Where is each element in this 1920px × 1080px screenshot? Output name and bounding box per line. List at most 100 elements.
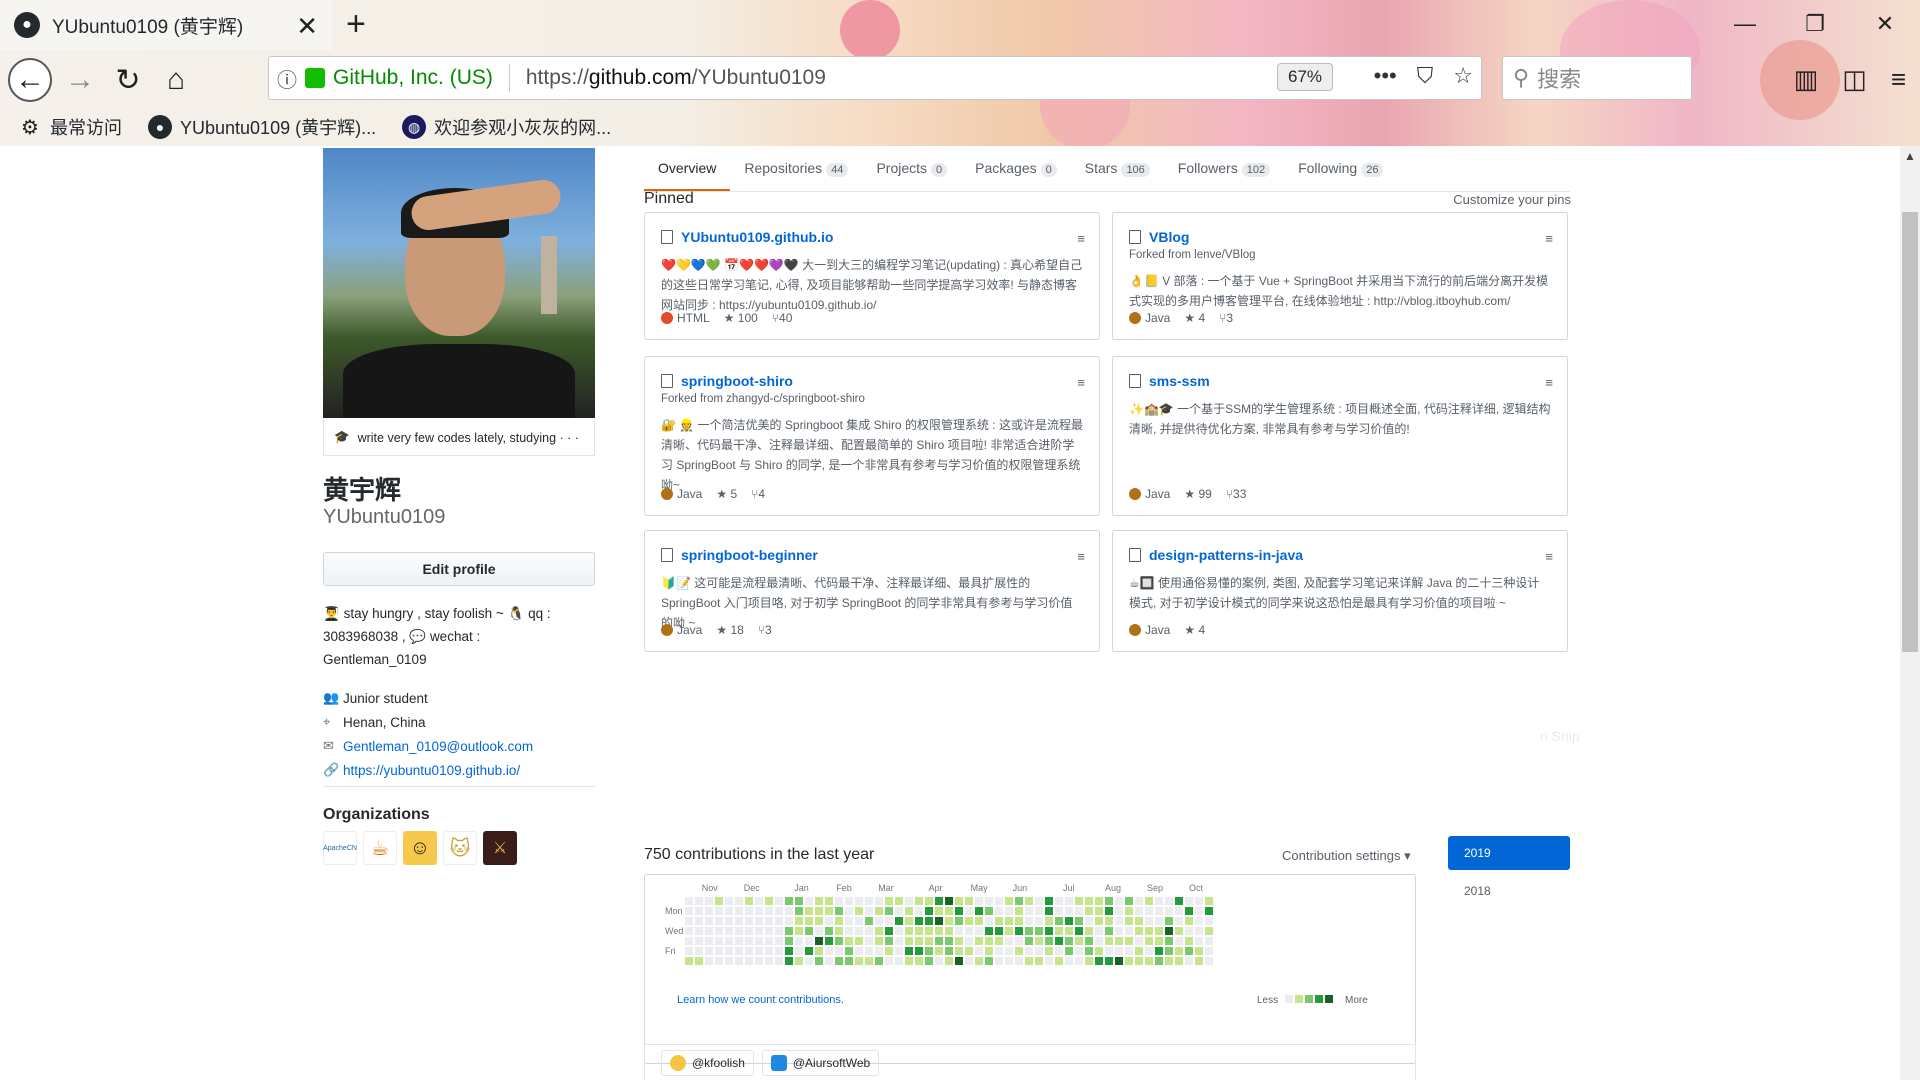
contribution-day[interactable]	[1165, 917, 1173, 925]
bookmark-most-visited[interactable]: ⚙ 最常访问	[18, 114, 122, 140]
contribution-day[interactable]	[955, 947, 963, 955]
contribution-day[interactable]	[735, 917, 743, 925]
contribution-day[interactable]	[995, 927, 1003, 935]
contribution-day[interactable]	[735, 927, 743, 935]
contribution-day[interactable]	[975, 947, 983, 955]
contribution-day[interactable]	[785, 957, 793, 965]
contribution-day[interactable]	[895, 957, 903, 965]
contribution-day[interactable]	[915, 927, 923, 935]
contribution-day[interactable]	[825, 937, 833, 945]
repo-name-link[interactable]: design-patterns-in-java	[1149, 547, 1303, 563]
contribution-day[interactable]	[1025, 927, 1033, 935]
contribution-day[interactable]	[935, 947, 943, 955]
contribution-day[interactable]	[885, 927, 893, 935]
contribution-day[interactable]	[1065, 927, 1073, 935]
repo-name-link[interactable]: YUbuntu0109.github.io	[681, 229, 833, 245]
contribution-day[interactable]	[795, 927, 803, 935]
contribution-day[interactable]	[715, 947, 723, 955]
repo-name-link[interactable]: springboot-shiro	[681, 373, 793, 389]
contribution-day[interactable]	[915, 897, 923, 905]
contribution-day[interactable]	[865, 897, 873, 905]
contribution-day[interactable]	[735, 957, 743, 965]
org-avatar-java[interactable]: ☕	[363, 831, 397, 865]
repo-stars[interactable]: ★ 5	[716, 487, 737, 501]
contribution-day[interactable]	[1095, 907, 1103, 915]
contribution-day[interactable]	[1155, 917, 1163, 925]
new-tab-button[interactable]: +	[346, 5, 366, 44]
contribution-day[interactable]	[695, 947, 703, 955]
contribution-day[interactable]	[715, 927, 723, 935]
contribution-day[interactable]	[1165, 897, 1173, 905]
contribution-day[interactable]	[935, 897, 943, 905]
sidebar-icon[interactable]: ◫	[1842, 64, 1867, 95]
contribution-day[interactable]	[875, 917, 883, 925]
contribution-day[interactable]	[1145, 957, 1153, 965]
contribution-day[interactable]	[1105, 917, 1113, 925]
contribution-day[interactable]	[1125, 927, 1133, 935]
contribution-day[interactable]	[985, 897, 993, 905]
contribution-day[interactable]	[765, 907, 773, 915]
contribution-day[interactable]	[1085, 927, 1093, 935]
year-2019-button[interactable]: 2019	[1448, 836, 1570, 870]
contribution-day[interactable]	[1045, 927, 1053, 935]
contribution-day[interactable]	[805, 937, 813, 945]
contribution-day[interactable]	[825, 957, 833, 965]
contribution-day[interactable]	[955, 927, 963, 935]
tab-stars[interactable]: Stars 106	[1071, 148, 1164, 191]
contribution-day[interactable]	[835, 927, 843, 935]
tab-packages[interactable]: Packages 0	[961, 148, 1071, 191]
org-avatar-3[interactable]: ☺	[403, 831, 437, 865]
repo-stars[interactable]: ★ 99	[1184, 487, 1211, 501]
page-scrollbar[interactable]: ▲	[1900, 146, 1920, 1080]
contribution-day[interactable]	[785, 917, 793, 925]
contribution-day[interactable]	[1065, 917, 1073, 925]
contribution-day[interactable]	[1105, 957, 1113, 965]
contribution-day[interactable]	[1115, 927, 1123, 935]
repo-name-link[interactable]: VBlog	[1149, 229, 1189, 245]
contribution-day[interactable]	[715, 897, 723, 905]
contribution-day[interactable]	[1185, 927, 1193, 935]
contribution-day[interactable]	[835, 947, 843, 955]
repo-stars[interactable]: ★ 4	[1184, 311, 1205, 325]
org-avatar-5[interactable]: ⚔	[483, 831, 517, 865]
forked-from[interactable]: Forked from zhangyd-c/springboot-shiro	[661, 393, 1083, 405]
url-text[interactable]: https://github.com/YUbuntu0109	[526, 66, 826, 90]
contribution-day[interactable]	[1095, 927, 1103, 935]
contribution-day[interactable]	[1115, 907, 1123, 915]
contribution-day[interactable]	[715, 937, 723, 945]
contribution-day[interactable]	[945, 927, 953, 935]
contribution-day[interactable]	[1085, 897, 1093, 905]
contribution-day[interactable]	[795, 947, 803, 955]
contribution-day[interactable]	[805, 947, 813, 955]
back-button[interactable]: ←	[8, 58, 52, 102]
contribution-day[interactable]	[1195, 907, 1203, 915]
org-chip-kfoolish[interactable]: @kfoolish	[661, 1049, 754, 1076]
contribution-day[interactable]	[855, 927, 863, 935]
contribution-day[interactable]	[1015, 937, 1023, 945]
contribution-day[interactable]	[1105, 937, 1113, 945]
contribution-day[interactable]	[1085, 937, 1093, 945]
repo-forks[interactable]: ⑂3	[1219, 311, 1233, 325]
contribution-day[interactable]	[935, 937, 943, 945]
scroll-up-icon[interactable]: ▲	[1900, 146, 1920, 166]
contribution-day[interactable]	[965, 957, 973, 965]
more-actions-icon[interactable]: •••	[1374, 63, 1397, 89]
contribution-day[interactable]	[715, 957, 723, 965]
contribution-day[interactable]	[1185, 907, 1193, 915]
contribution-day[interactable]	[1025, 957, 1033, 965]
contribution-day[interactable]	[975, 927, 983, 935]
contribution-day[interactable]	[1165, 907, 1173, 915]
contribution-day[interactable]	[855, 947, 863, 955]
contribution-day[interactable]	[695, 917, 703, 925]
contribution-day[interactable]	[965, 927, 973, 935]
contribution-day[interactable]	[1165, 927, 1173, 935]
contribution-day[interactable]	[905, 957, 913, 965]
contribution-day[interactable]	[875, 897, 883, 905]
contribution-day[interactable]	[785, 907, 793, 915]
contribution-day[interactable]	[775, 947, 783, 955]
contribution-day[interactable]	[1045, 957, 1053, 965]
contribution-day[interactable]	[855, 957, 863, 965]
contribution-day[interactable]	[755, 907, 763, 915]
contribution-day[interactable]	[1205, 957, 1213, 965]
contribution-day[interactable]	[955, 937, 963, 945]
